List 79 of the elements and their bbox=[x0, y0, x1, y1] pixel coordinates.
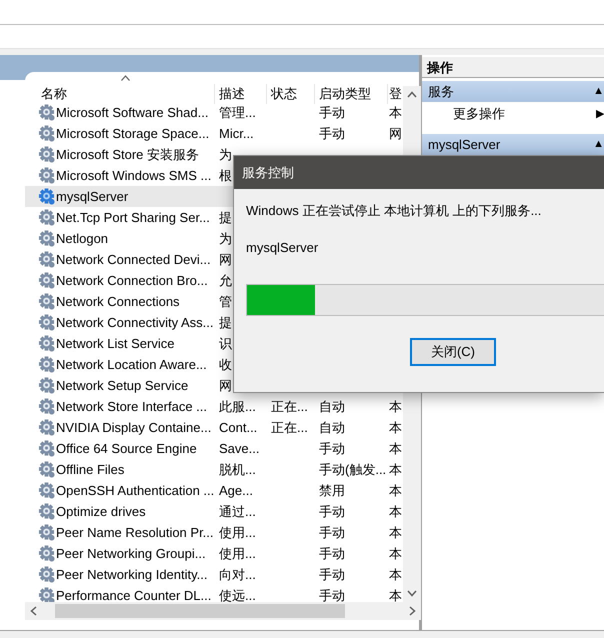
table-cell: 手动 bbox=[319, 105, 345, 120]
service-name: Network Location Aware... bbox=[56, 356, 207, 374]
table-cell: 根 bbox=[219, 168, 232, 183]
table-cell: 使远... bbox=[219, 588, 256, 603]
table-cell: 网 bbox=[219, 252, 232, 267]
table-cell: 手动(触发... bbox=[319, 462, 386, 477]
service-name: Network Connected Devi... bbox=[56, 251, 211, 269]
table-cell: 本 bbox=[389, 441, 402, 456]
service-name: Offline Files bbox=[56, 461, 124, 479]
table-cell: 手动 bbox=[319, 525, 345, 540]
arrow-icon: ▲ bbox=[593, 134, 604, 155]
table-cell: 本 bbox=[389, 462, 402, 477]
table-cell: 允 bbox=[219, 273, 232, 288]
table-cell: 使用... bbox=[219, 546, 256, 561]
service-name: OpenSSH Authentication ... bbox=[56, 482, 214, 500]
service-name: mysqlServer bbox=[56, 188, 128, 206]
table-cell: 脱机... bbox=[219, 462, 256, 477]
table-cell: 本 bbox=[389, 420, 402, 435]
table-cell: 手动 bbox=[319, 126, 345, 141]
table-cell: 手动 bbox=[319, 504, 345, 519]
arrow-icon: ▶ bbox=[596, 102, 604, 126]
table-cell: 正在... bbox=[271, 399, 308, 414]
service-name: NVIDIA Display Containe... bbox=[56, 419, 212, 437]
table-cell: 通过... bbox=[219, 504, 256, 519]
table-cell: 本 bbox=[389, 105, 402, 120]
table-cell: 手动 bbox=[319, 441, 345, 456]
table-cell: 为 bbox=[219, 147, 232, 162]
table-cell: 网 bbox=[389, 126, 402, 141]
arrow-icon: ▲ bbox=[593, 81, 604, 102]
table-cell: 提 bbox=[219, 315, 232, 330]
table-cell: 本 bbox=[389, 525, 402, 540]
table-cell: 本 bbox=[389, 567, 402, 582]
service-name: Peer Networking Groupi... bbox=[56, 545, 206, 563]
service-name: Office 64 Source Engine bbox=[56, 440, 197, 458]
table-cell: Cont... bbox=[219, 420, 258, 435]
table-cell: 本 bbox=[389, 483, 402, 498]
table-cell: 为 bbox=[219, 231, 232, 246]
table-cell: Save... bbox=[219, 441, 260, 456]
service-name: Network Store Interface ... bbox=[56, 398, 208, 416]
table-cell: 本 bbox=[389, 399, 402, 414]
service-name: Microsoft Software Shad... bbox=[56, 104, 208, 122]
service-name: Microsoft Windows SMS ... bbox=[56, 167, 212, 185]
service-name: Peer Networking Identity... bbox=[56, 566, 208, 584]
table-cell: 此服... bbox=[219, 399, 256, 414]
service-name: Optimize drives bbox=[56, 503, 146, 521]
service-name: mysqlServer bbox=[245, 238, 320, 257]
service-name: Microsoft Storage Space... bbox=[56, 125, 210, 143]
service-name: Network Connection Bro... bbox=[56, 272, 208, 290]
table-cell: 手动 bbox=[319, 588, 345, 603]
service-name: Network Connectivity Ass... bbox=[56, 314, 214, 332]
table-cell: 自动 bbox=[319, 420, 345, 435]
table-cell: 提 bbox=[219, 210, 232, 225]
table-cell: 使用... bbox=[219, 525, 256, 540]
table-cell: 本 bbox=[389, 504, 402, 519]
table-cell: 向对... bbox=[219, 567, 256, 582]
service-name: Network Connections bbox=[56, 293, 180, 311]
table-cell: 正在... bbox=[271, 420, 308, 435]
service-name: Performance Counter DL... bbox=[56, 587, 212, 605]
table-cell: 禁用 bbox=[319, 483, 345, 498]
table-cell: 识 bbox=[219, 336, 232, 351]
table-cell: 自动 bbox=[319, 399, 345, 414]
table-cell: Age... bbox=[219, 483, 253, 498]
service-name: Netlogon bbox=[56, 230, 108, 248]
table-cell: Micr... bbox=[219, 126, 254, 141]
service-name: Net.Tcp Port Sharing Ser... bbox=[56, 209, 210, 227]
table-cell: 管理... bbox=[219, 105, 256, 120]
table-cell: 收 bbox=[219, 357, 232, 372]
table-cell: 网 bbox=[219, 378, 232, 393]
service-name: Peer Name Resolution Pr... bbox=[56, 524, 214, 542]
service-name: Network Setup Service bbox=[56, 377, 188, 395]
table-cell: 手动 bbox=[319, 546, 345, 561]
table-cell: 手动 bbox=[319, 567, 345, 582]
actions-pane-title: 操作 bbox=[422, 57, 604, 78]
table-cell: 管 bbox=[219, 294, 232, 309]
service-name: Microsoft Store 安装服务 bbox=[56, 146, 200, 164]
dialog-title: 服务控制 bbox=[234, 156, 604, 189]
table-cell: 本 bbox=[389, 546, 402, 561]
service-name: Network List Service bbox=[56, 335, 174, 353]
table-cell: 本 bbox=[389, 588, 402, 603]
